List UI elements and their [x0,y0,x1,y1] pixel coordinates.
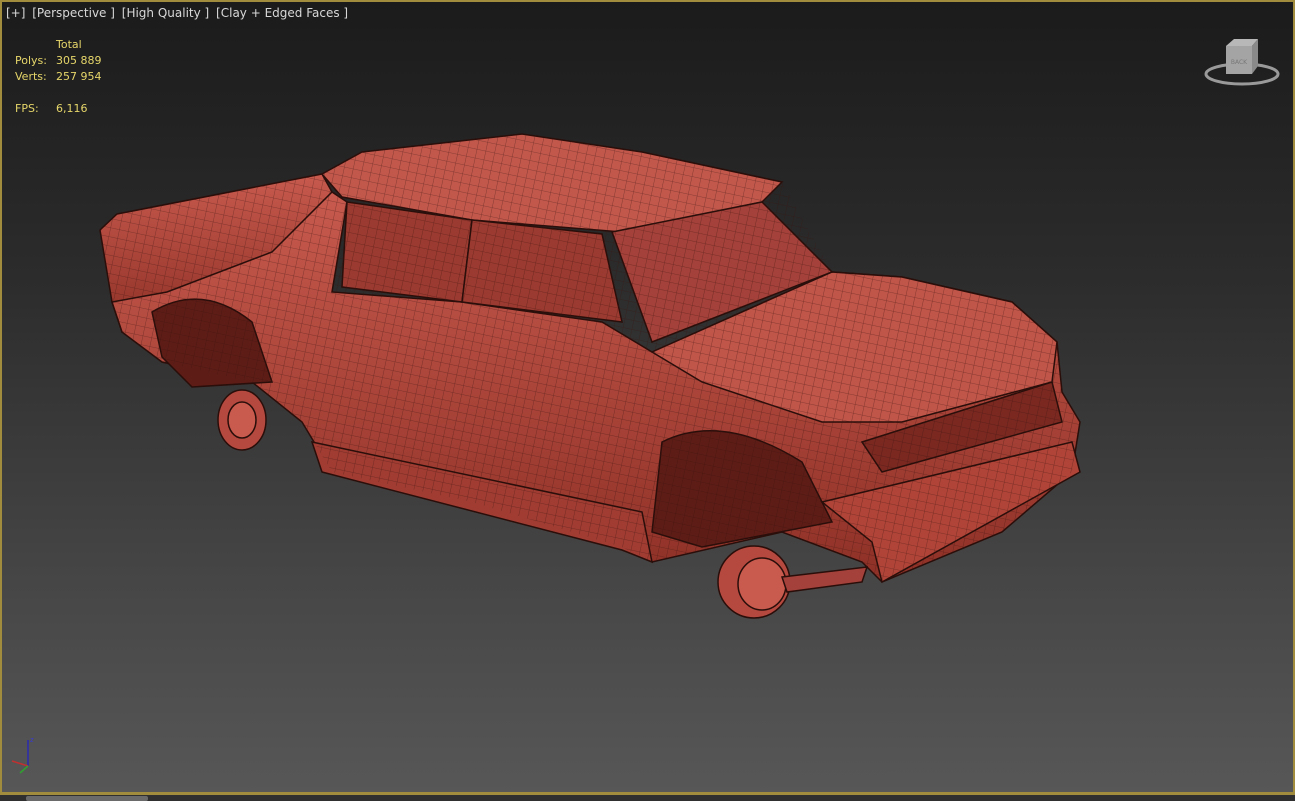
perspective-viewport[interactable]: [+] [Perspective ] [High Quality ] [Clay… [0,0,1295,795]
time-slider-scrollbar[interactable] [0,795,1295,801]
viewport-general-menu[interactable]: [+] [6,6,25,20]
fps-value: 6,116 [56,102,88,115]
viewcube-icon[interactable]: BACK [1204,36,1280,88]
viewport-label-menu: [+] [Perspective ] [High Quality ] [Clay… [6,6,351,20]
polys-label: Polys: [15,54,47,67]
stats-header: Total [56,38,82,51]
axis-tripod-icon: z [11,736,34,774]
z-axis-label: z [30,736,34,744]
viewcube-face-label: BACK [1231,59,1248,66]
scrollbar-thumb[interactable] [26,796,148,801]
viewport-point-of-view-menu[interactable]: [Perspective ] [32,6,115,20]
viewport-quality-menu[interactable]: [High Quality ] [122,6,209,20]
verts-value: 257 954 [56,70,102,83]
front-suspension-arm [780,566,869,593]
polys-value: 305 889 [56,54,102,67]
truck-model[interactable] [2,2,1293,792]
viewport-shading-menu[interactable]: [Clay + Edged Faces ] [216,6,348,20]
viewport-statistics: Total Polys: 305 889 Verts: 257 954 FPS: 6,… [15,37,102,117]
verts-label: Verts: [15,70,47,83]
wireframe-overlay [100,134,1080,582]
fps-label: FPS: [15,102,39,115]
